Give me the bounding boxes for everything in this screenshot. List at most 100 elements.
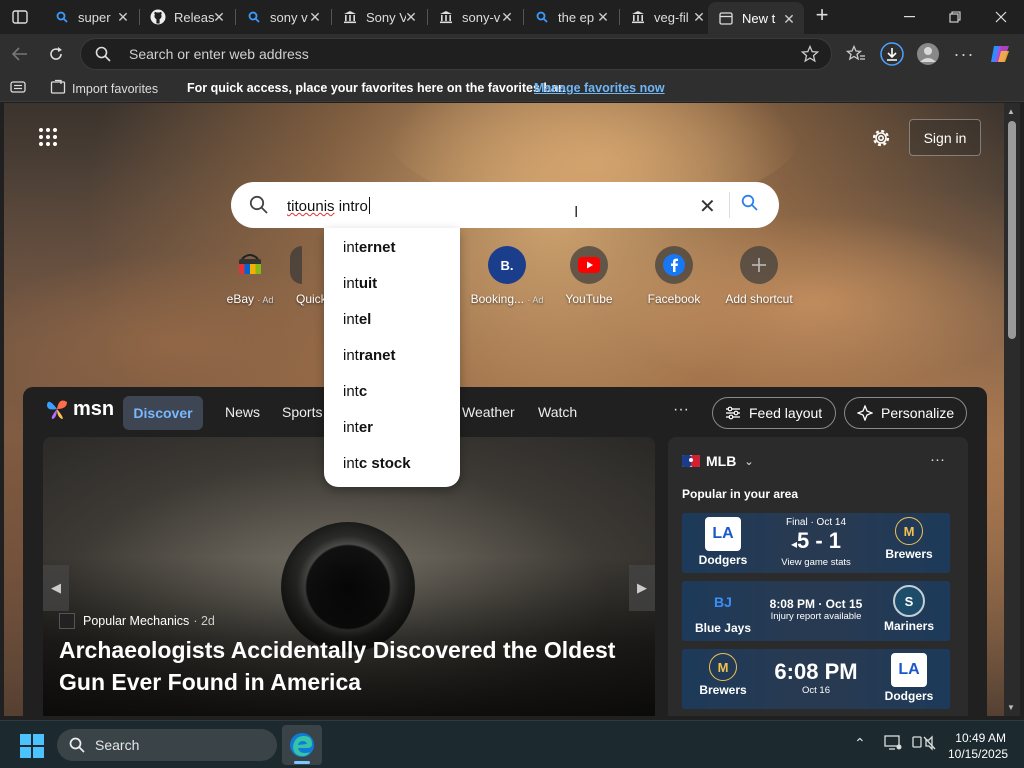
tab-new-tab[interactable]: New t ✕ [708, 2, 804, 34]
restore-button[interactable] [932, 0, 978, 34]
tab-actions-icon[interactable] [8, 6, 32, 28]
msn-logo[interactable]: msn [45, 397, 114, 421]
suggestion-item[interactable]: int el [324, 301, 460, 337]
scroll-down-icon[interactable]: ▼ [1007, 703, 1015, 712]
close-tab-icon[interactable]: ✕ [500, 10, 514, 24]
carousel-next-icon[interactable]: ▶ [629, 565, 655, 611]
favorites-icon[interactable] [844, 42, 868, 66]
scrollbar-thumb[interactable] [1008, 121, 1016, 339]
suggestion-completion: er [358, 418, 374, 436]
page-scrollbar[interactable]: ▲ ▼ [1004, 103, 1020, 716]
feed-layout-button[interactable]: Feed layout [712, 397, 836, 429]
tab-sony-wiki[interactable]: Sony V ✕ [332, 0, 426, 34]
suggestion-prefix: int [343, 382, 359, 400]
system-clock[interactable]: 10:49 AM 10/15/2025 [948, 730, 1008, 762]
text-caret [368, 197, 370, 214]
edge-taskbar-button[interactable] [282, 725, 322, 765]
suggestion-item[interactable]: int c stock [324, 445, 460, 481]
more-nav-icon[interactable]: ··· [673, 401, 689, 419]
suggestion-prefix: int [343, 346, 359, 364]
quick-links-icon [290, 246, 302, 284]
toolbar: Search or enter web address ··· [0, 34, 1024, 74]
suggestion-prefix: int [343, 238, 359, 256]
import-favorites-button[interactable]: Import favorites [50, 79, 158, 98]
web-search-box[interactable]: titounis intro ✕ [231, 182, 779, 228]
story-age: · 2d [193, 614, 215, 628]
tab-releases[interactable]: Releas ✕ [140, 0, 234, 34]
tab-veg-fil[interactable]: veg-fil ✕ [620, 0, 714, 34]
game-row[interactable]: BJ Blue Jays 8:08 PM · Oct 15 Injury rep… [682, 581, 950, 641]
close-tab-icon[interactable]: ✕ [116, 10, 130, 24]
tab-watch[interactable]: Watch [538, 404, 577, 420]
story-source[interactable]: Popular Mechanics · 2d [59, 613, 215, 629]
apps-grid-icon[interactable] [38, 127, 58, 147]
close-tab-icon[interactable]: ✕ [212, 10, 226, 24]
suggestion-item[interactable]: int ernet [324, 229, 460, 265]
refresh-icon[interactable] [44, 42, 68, 66]
suggestion-item[interactable]: int c [324, 373, 460, 409]
carousel-prev-icon[interactable]: ◀ [43, 565, 69, 611]
msn-wordmark: msn [73, 397, 115, 420]
tab-sony-v[interactable]: sony-v ✕ [428, 0, 522, 34]
source-name: Popular Mechanics [83, 614, 190, 628]
chevron-down-icon: ⌄ [744, 455, 754, 468]
close-tab-icon[interactable]: ✕ [692, 10, 706, 24]
story-headline[interactable]: Archaeologists Accidentally Discovered t… [59, 634, 639, 698]
suggestion-completion: el [358, 310, 372, 328]
mlb-more-icon[interactable]: ··· [930, 451, 945, 468]
game-line1: Final · Oct 14 [785, 517, 847, 528]
close-window-button[interactable] [978, 0, 1024, 34]
add-shortcut-button[interactable]: Add shortcut [719, 246, 799, 306]
tab-news[interactable]: News [225, 404, 260, 420]
suggestion-completion: ranet [358, 346, 396, 364]
settings-more-icon[interactable]: ··· [952, 42, 976, 66]
gear-icon[interactable] [870, 127, 892, 149]
profile-avatar-icon[interactable] [916, 42, 940, 66]
copilot-icon[interactable] [988, 42, 1012, 66]
msn-butterfly-icon [47, 400, 67, 419]
manage-favorites-link[interactable]: Manage favorites now [534, 81, 665, 95]
add-favorite-star-icon[interactable] [800, 44, 820, 68]
collapse-sidebar-icon[interactable] [10, 81, 26, 96]
network-volume-icon[interactable] [912, 735, 936, 754]
address-bar[interactable]: Search or enter web address [80, 38, 832, 70]
suggestion-completion: ernet [358, 238, 396, 256]
close-tab-icon[interactable]: ✕ [404, 10, 418, 24]
tab-super[interactable]: super ✕ [44, 0, 138, 34]
museum-icon [630, 9, 646, 25]
display-icon[interactable] [884, 735, 902, 754]
import-favorites-label: Import favorites [72, 81, 159, 96]
suggestion-item[interactable]: int er [324, 409, 460, 445]
downloads-icon[interactable] [880, 42, 904, 66]
windows-start-icon[interactable] [20, 734, 44, 763]
back-arrow-icon[interactable] [8, 42, 32, 66]
shortcut-youtube[interactable]: YouTube [549, 246, 629, 306]
shortcut-facebook[interactable]: Facebook [634, 246, 714, 306]
tab-discover[interactable]: Discover [123, 396, 203, 430]
shortcut-booking[interactable]: B. Booking... · Ad [467, 246, 547, 306]
minimize-button[interactable] [886, 0, 932, 34]
clock-time: 10:49 AM [955, 731, 1006, 745]
show-hidden-icons-chevron-icon[interactable]: ⌃ [854, 735, 866, 752]
tab-the-ep[interactable]: the ep ✕ [524, 0, 618, 34]
mlb-dropdown[interactable]: MLB ⌄ [682, 453, 754, 469]
tab-sony-search[interactable]: sony v ✕ [236, 0, 330, 34]
search-submit-icon[interactable] [741, 194, 759, 217]
game-row[interactable]: LA Dodgers Final · Oct 14 ◂5 - 1 View ga… [682, 513, 950, 573]
tab-sports[interactable]: Sports [282, 404, 322, 420]
suggestion-item[interactable]: int ranet [324, 337, 460, 373]
close-tab-icon[interactable]: ✕ [308, 10, 322, 24]
scroll-up-icon[interactable]: ▲ [1007, 107, 1015, 116]
tab-weather[interactable]: Weather [462, 404, 515, 420]
close-tab-icon[interactable]: ✕ [782, 12, 796, 26]
tab-title: Sony V [366, 9, 406, 25]
taskbar-search[interactable]: Search [57, 729, 277, 761]
close-tab-icon[interactable]: ✕ [596, 10, 610, 24]
clear-search-icon[interactable]: ✕ [699, 194, 716, 219]
suggestion-item[interactable]: int uit [324, 265, 460, 301]
game-row[interactable]: M Brewers 6:08 PM Oct 16 LA Dodgers [682, 649, 950, 709]
search-query[interactable]: titounis intro [287, 197, 370, 215]
new-tab-button[interactable]: + [810, 4, 834, 28]
sign-in-button[interactable]: Sign in [909, 119, 981, 156]
personalize-button[interactable]: Personalize [844, 397, 967, 429]
